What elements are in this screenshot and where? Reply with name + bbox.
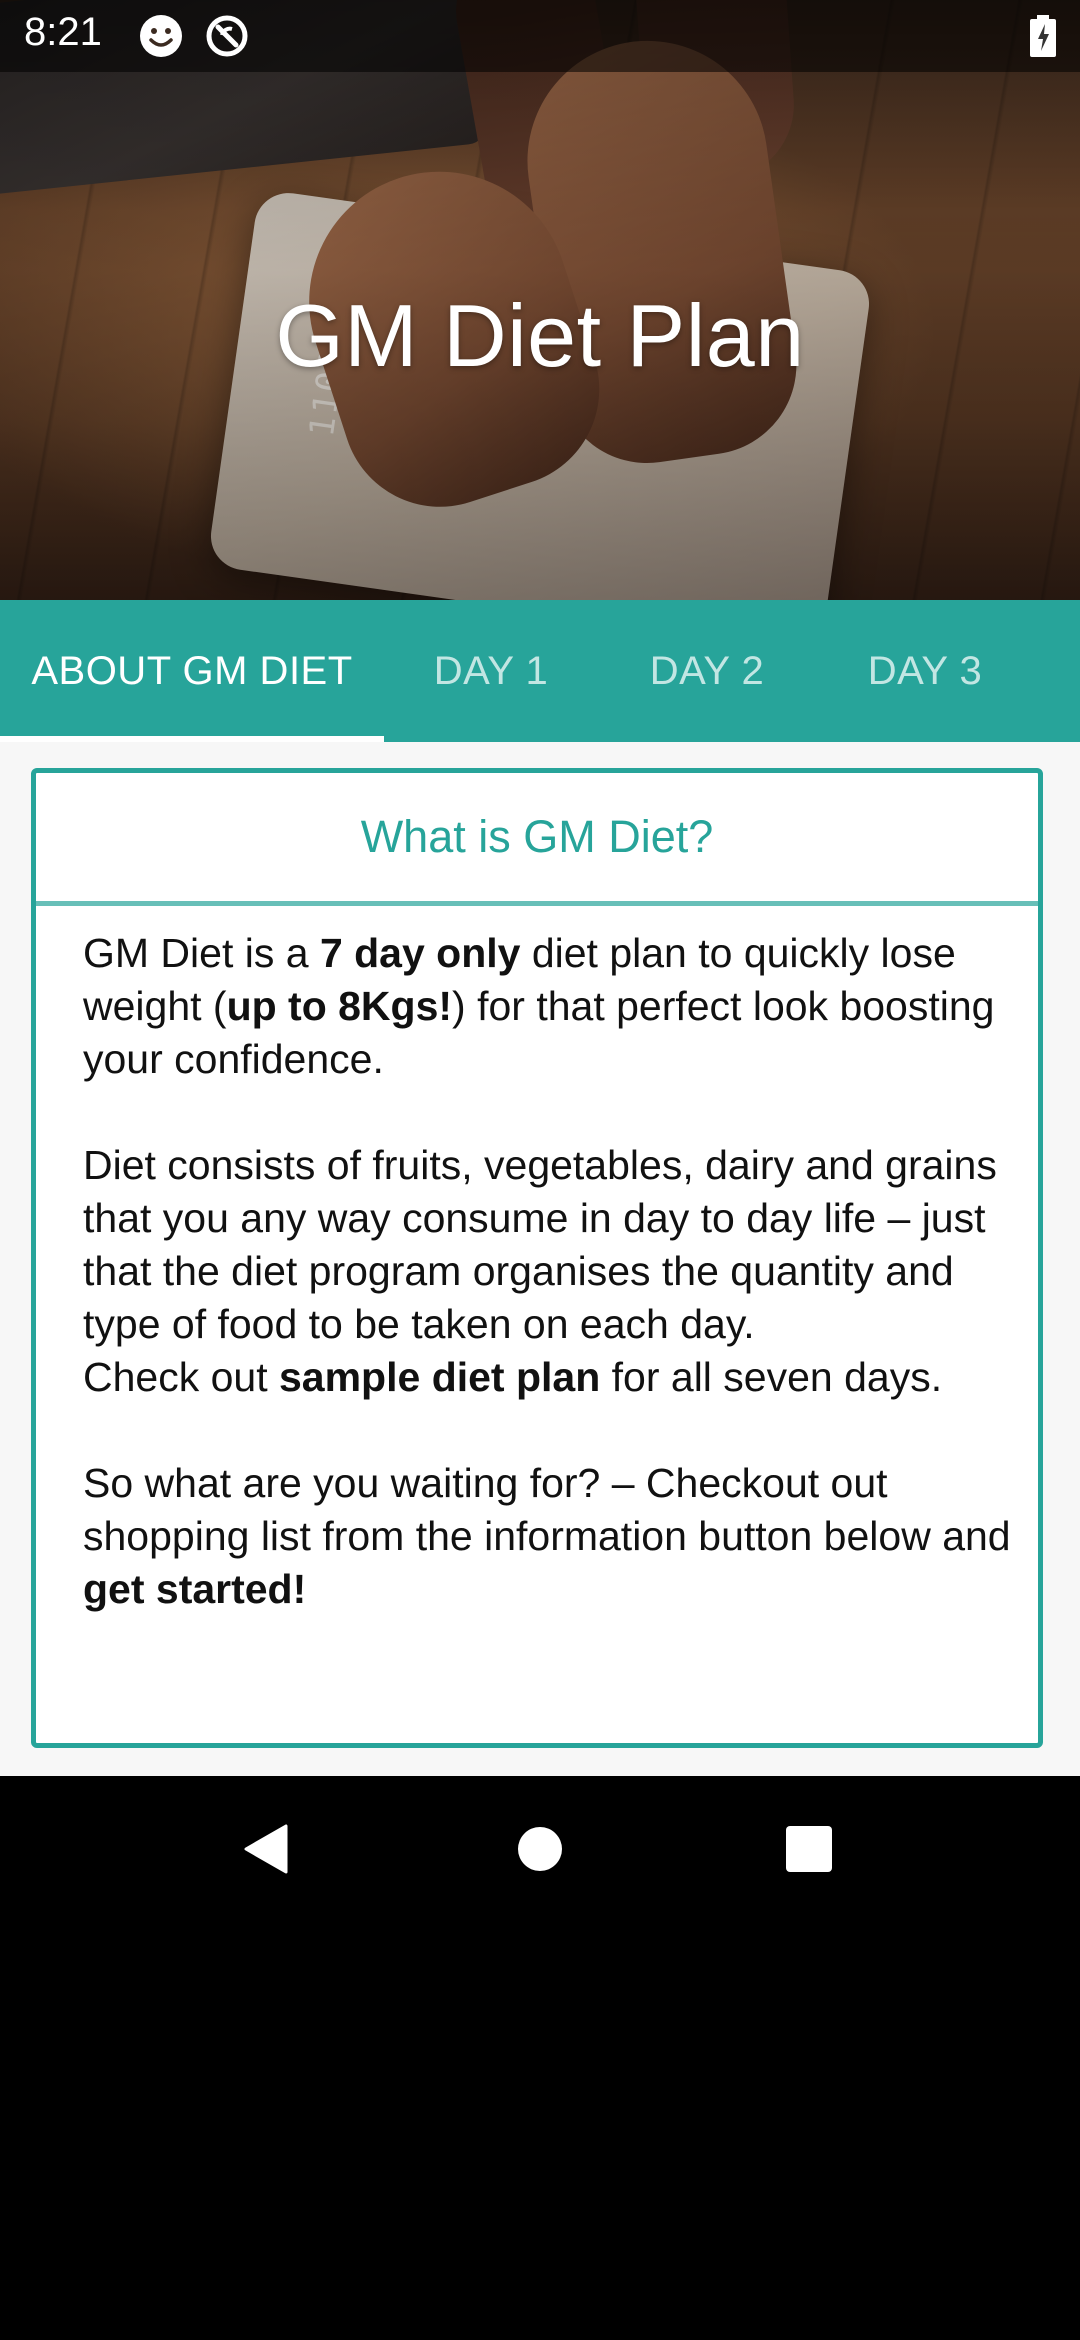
recents-icon[interactable] bbox=[782, 1822, 836, 1876]
home-icon[interactable] bbox=[513, 1822, 567, 1876]
card-title: What is GM Diet? bbox=[360, 811, 714, 862]
paragraph-get-started: So what are you waiting for? – Checkout … bbox=[83, 1460, 1011, 1612]
status-bar: 8:21 bbox=[0, 0, 1080, 72]
face-icon bbox=[140, 15, 182, 57]
paragraph-intro: GM Diet is a 7 day only diet plan to qui… bbox=[83, 930, 995, 1082]
status-time: 8:21 bbox=[24, 10, 102, 54]
app-title: GM Diet Plan bbox=[275, 286, 805, 385]
card-divider bbox=[36, 901, 1038, 906]
screen: 1103 GM Diet Plan 8:21 ABOUT GM DIET DAY… bbox=[0, 0, 1080, 2340]
tab-day-3[interactable]: DAY 3 bbox=[816, 600, 1034, 742]
paragraph-consists: Diet consists of fruits, vegetables, dai… bbox=[83, 1142, 997, 1347]
tab-day-1[interactable]: DAY 1 bbox=[384, 600, 598, 742]
header-image: 1103 GM Diet Plan bbox=[0, 0, 1080, 600]
tab-day-2[interactable]: DAY 2 bbox=[598, 600, 816, 742]
tab-bar: ABOUT GM DIET DAY 1 DAY 2 DAY 3 bbox=[0, 600, 1080, 742]
back-icon[interactable] bbox=[240, 1822, 294, 1876]
content-area[interactable]: What is GM Diet? GM Diet is a 7 day only… bbox=[0, 742, 1080, 1776]
sync-icon bbox=[206, 15, 248, 57]
paragraph-sample-plan: Check out sample diet plan for all seven… bbox=[83, 1354, 943, 1400]
battery-charging-icon bbox=[1030, 15, 1056, 57]
navigation-bar bbox=[0, 1776, 1080, 1920]
info-card: What is GM Diet? GM Diet is a 7 day only… bbox=[31, 768, 1043, 1748]
card-body: GM Diet is a 7 day only diet plan to qui… bbox=[83, 927, 1018, 1616]
tab-about-gm-diet[interactable]: ABOUT GM DIET bbox=[0, 600, 384, 742]
